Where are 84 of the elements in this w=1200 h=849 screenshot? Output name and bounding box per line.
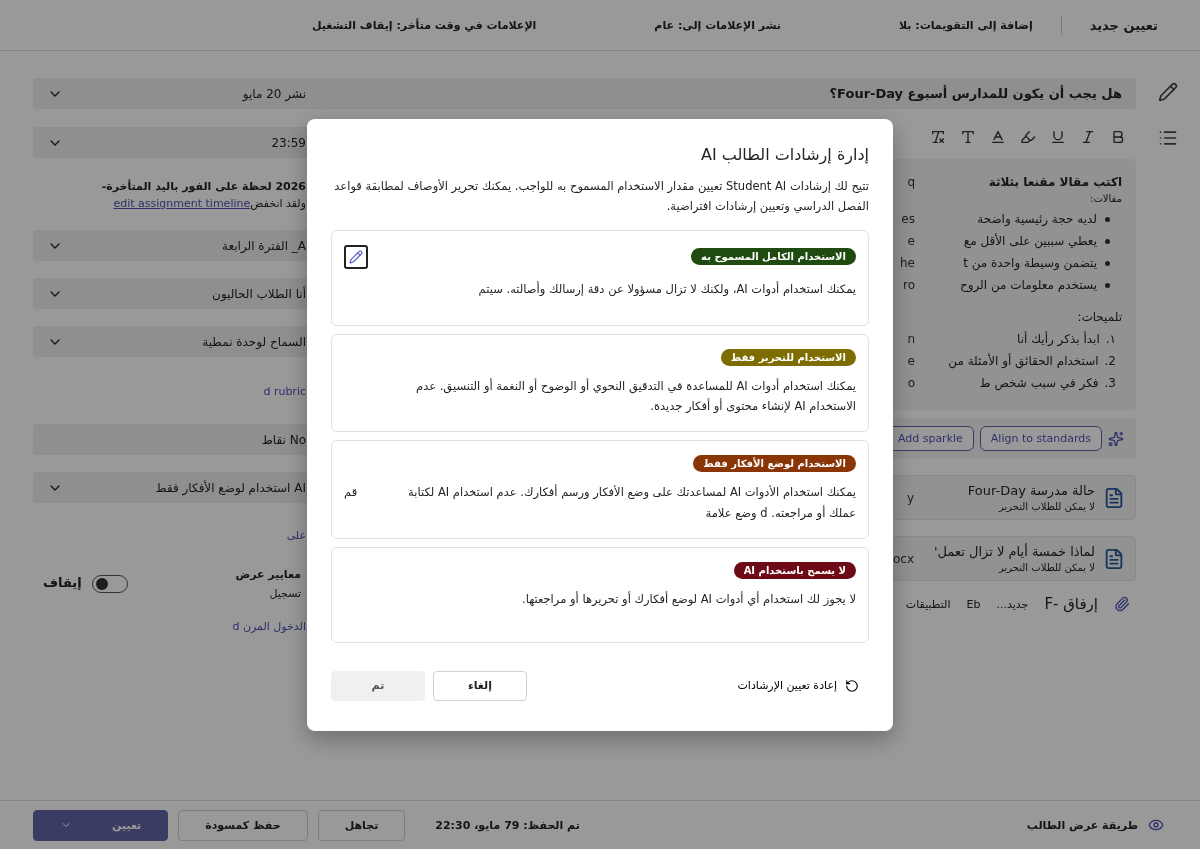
text-fragment: ocx: [892, 551, 914, 566]
list-text: فكر في سبب شخص ط: [979, 376, 1099, 390]
section-heading: تلميحات:: [1076, 310, 1122, 324]
setting-link[interactable]: إضافة إلى التقويمات: بلا: [898, 18, 1033, 32]
text-lines-icon: [1158, 128, 1178, 148]
late-note: ولقد انخفض: [250, 197, 306, 210]
setting-link[interactable]: نشر الإعلامات إلى: عام: [654, 18, 781, 32]
bullet-text: يعطي سببين على الأقل مع: [963, 234, 1097, 248]
flex-link[interactable]: الدخول المرن d: [232, 620, 306, 633]
attach-action[interactable]: إرفاق -F: [1044, 595, 1098, 613]
bullet-icon: [1105, 217, 1110, 222]
timeline-link[interactable]: edit assignment timeline: [113, 197, 251, 210]
bullet-icon: [1105, 239, 1110, 244]
guideline-text: يمكنك استخدام أدوات AI، ولكنك لا تزال مسؤولا عن دقة إرسالك وأصالته. سيتم: [478, 280, 856, 298]
font-size-icon[interactable]: [960, 129, 976, 145]
bullet-icon: [1105, 261, 1110, 266]
attachment-note: لا يمكن للطلاب التحرير: [997, 501, 1095, 512]
text-fragment: e: [907, 354, 915, 368]
text-fragment: e: [907, 234, 915, 248]
text-fragment: o: [907, 376, 915, 390]
eye-icon: [1148, 817, 1164, 833]
page-title: تعيين جديد: [1089, 17, 1158, 33]
sparkle-icon: [1108, 430, 1124, 447]
guideline-text: قم: [344, 484, 358, 502]
option-link[interactable]: على: [286, 529, 306, 542]
text-fragment: ro: [903, 278, 915, 292]
grading-label: تسجيل: [269, 587, 301, 600]
rubric-link[interactable]: d rubric: [263, 385, 306, 398]
paperclip-icon: [1114, 596, 1130, 612]
dialog-title: إدارة إرشادات الطالب AI: [699, 144, 869, 164]
text-fragment: q: [907, 175, 915, 189]
instruction-text: اكتب مقالا مقنعا بثلاثة: [987, 175, 1122, 189]
level-badge: الاستخدام لوضع الأفكار فقط: [693, 455, 856, 473]
attach-action[interactable]: التطبيقات: [905, 597, 951, 611]
action-button[interactable]: تجاهل: [317, 809, 406, 841]
assign-button[interactable]: تعيين: [33, 809, 169, 841]
level-badge: الاستخدام للتحرير فقط: [720, 348, 856, 366]
text-fragment: es: [901, 212, 915, 226]
attachment-note: لا يمكن للطلاب التحرير: [997, 562, 1095, 573]
attachment-name: حالة مدرسة Four-Day: [966, 483, 1095, 498]
attach-action[interactable]: جديد...: [996, 597, 1029, 611]
guideline-text: يمكنك استخدام أدوات AI للمساعدة في التدقيق النحوي أو الوضوح أو النغمة أو التنسيق. عدم الاستخدام AI لإنشاء محتوى أو أفكار جديدة.: [415, 377, 856, 416]
list-number: 2.: [1104, 354, 1116, 368]
attachment-name: لماذا خمسة أيام لا تزال تعمل': [933, 544, 1095, 559]
highlighter-icon[interactable]: [1020, 129, 1036, 145]
list-text: استخدام الحقائق أو الأمثلة من: [948, 354, 1099, 368]
section-label: مقالات:: [1089, 193, 1122, 204]
cancel-button[interactable]: إلغاء: [433, 670, 527, 701]
late-note: 2026 لحظة على الفور باليد المتأخرة-: [101, 180, 306, 193]
action-button[interactable]: حفظ كمسودة: [178, 809, 308, 841]
bold-icon[interactable]: [1110, 129, 1126, 145]
grading-label: معايير عرض: [235, 568, 301, 581]
bullet-text: يتضمن وسيطة واحدة من t: [963, 256, 1097, 270]
student-view-link[interactable]: طريقة عرض الطالب: [1026, 818, 1138, 832]
edit-button[interactable]: [344, 244, 368, 269]
underline-icon[interactable]: [1050, 129, 1066, 145]
toggle-switch[interactable]: [91, 575, 128, 593]
list-number: 3.: [1104, 376, 1116, 390]
document-icon: [1103, 547, 1125, 570]
bullet-text: يستخدم معلومات من الروح: [959, 278, 1097, 292]
ai-chip[interactable]: Align to standards: [979, 426, 1102, 451]
document-icon: [1103, 486, 1125, 509]
pencil-icon: [349, 249, 363, 264]
attach-action[interactable]: Eb: [966, 597, 981, 611]
bullet-icon: [1105, 283, 1110, 288]
font-color-icon[interactable]: [990, 129, 1006, 145]
toggle-label: إيقاف: [43, 575, 82, 590]
level-badge: لا يسمح باستخدام AI: [733, 561, 856, 579]
reset-icon: [845, 678, 859, 693]
clear-format-icon[interactable]: [930, 129, 946, 145]
reset-button[interactable]: إعادة تعيين الإرشادات: [727, 678, 869, 693]
pencil-icon: [1158, 82, 1178, 102]
setting-link[interactable]: الإعلامات في وقت متأخر: إيقاف التشغيل: [311, 18, 537, 32]
italic-icon[interactable]: [1080, 129, 1096, 145]
saved-status: تم الحفظ: 79 مايو، 22:30: [435, 818, 580, 832]
list-number: ١.: [1105, 332, 1116, 346]
text-fragment: he: [900, 256, 915, 270]
dialog-description: تتيح لك إرشادات Student AI تعيين مقدار الاستخدام المسموح به للواجب. يمكنك تحرير الأوصاف لمطابقة قواعد الفصل الدراسي وتعيين إرشادات افتراضية.: [333, 177, 869, 215]
guideline-text: لا يجوز لك استخدام أي أدوات AI لوضع أفكارك أو تحريرها أو مراجعتها.: [522, 590, 856, 608]
text-fragment: n: [907, 332, 915, 346]
level-badge: الاستخدام الكامل المسموح به: [691, 248, 856, 266]
text-fragment: y: [906, 490, 914, 505]
bullet-text: لديه حجة رئيسية واضحة: [977, 212, 1097, 226]
list-text: ابدأ بذكر رأيك أنا: [1017, 332, 1100, 346]
